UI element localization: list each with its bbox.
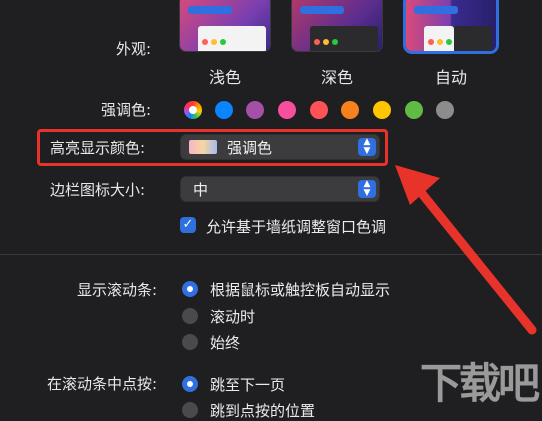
section-divider xyxy=(0,254,542,255)
scrollbars-auto-label: 根据鼠标或触控板自动显示 xyxy=(210,281,391,299)
annotation-arrow xyxy=(395,165,537,335)
accent-purple[interactable] xyxy=(246,101,264,119)
highlight-swatch xyxy=(189,140,217,154)
scrollbars-always-label: 始终 xyxy=(210,334,241,352)
scrollbars-auto-radio[interactable] xyxy=(182,281,198,297)
highlight-value: 强调色 xyxy=(227,139,273,157)
scroll-click-spot-label: 跳到点按的位置 xyxy=(210,402,316,420)
scroll-click-label: 在滚动条中点按: xyxy=(46,375,157,393)
scroll-click-next-page-radio[interactable] xyxy=(182,376,198,392)
watermark-logo: 下载吧 xyxy=(420,359,540,408)
accent-blue[interactable] xyxy=(215,101,233,119)
accent-yellow[interactable] xyxy=(373,101,391,119)
wallpaper-tint-checkbox[interactable]: ✓ xyxy=(180,217,196,233)
chevron-updown-icon: ▲ ▼ xyxy=(358,138,376,156)
accent-red[interactable] xyxy=(310,101,328,119)
appearance-label: 外观: xyxy=(115,40,151,58)
accent-graphite[interactable] xyxy=(436,101,454,119)
highlight-color-popup[interactable]: 强调色 ▲ ▼ xyxy=(181,135,379,159)
highlight-label: 高亮显示颜色: xyxy=(50,139,146,157)
wallpaper-tint-label: 允许基于墙纸调整窗口色调 xyxy=(206,218,387,236)
appearance-light-label: 浅色 xyxy=(208,68,241,87)
appearance-auto-label: 自动 xyxy=(434,68,467,87)
appearance-light-thumb[interactable] xyxy=(180,0,270,51)
sidebar-icon-size-label: 边栏图标大小: xyxy=(50,181,146,199)
scroll-click-next-page-label: 跳至下一页 xyxy=(210,376,286,394)
appearance-dark-label: 深色 xyxy=(320,68,353,87)
scrollbars-scrolling-label: 滚动时 xyxy=(210,308,256,326)
scroll-click-spot-radio[interactable] xyxy=(182,402,198,418)
scrollbars-label: 显示滚动条: xyxy=(76,281,157,299)
chevron-updown-icon: ▲ ▼ xyxy=(358,180,376,198)
appearance-dark-thumb[interactable] xyxy=(292,0,382,51)
appearance-auto-thumb[interactable] xyxy=(406,0,496,51)
accent-green[interactable] xyxy=(405,101,423,119)
accent-label: 强调色: xyxy=(100,101,151,119)
sidebar-icon-size-popup[interactable]: 中 ▲ ▼ xyxy=(181,177,379,201)
accent-orange[interactable] xyxy=(341,101,359,119)
accent-pink[interactable] xyxy=(278,101,296,119)
sidebar-icon-size-value: 中 xyxy=(193,181,209,199)
scrollbars-always-radio[interactable] xyxy=(182,334,198,350)
scrollbars-scrolling-radio[interactable] xyxy=(182,308,198,324)
accent-multicolor[interactable] xyxy=(184,101,202,119)
